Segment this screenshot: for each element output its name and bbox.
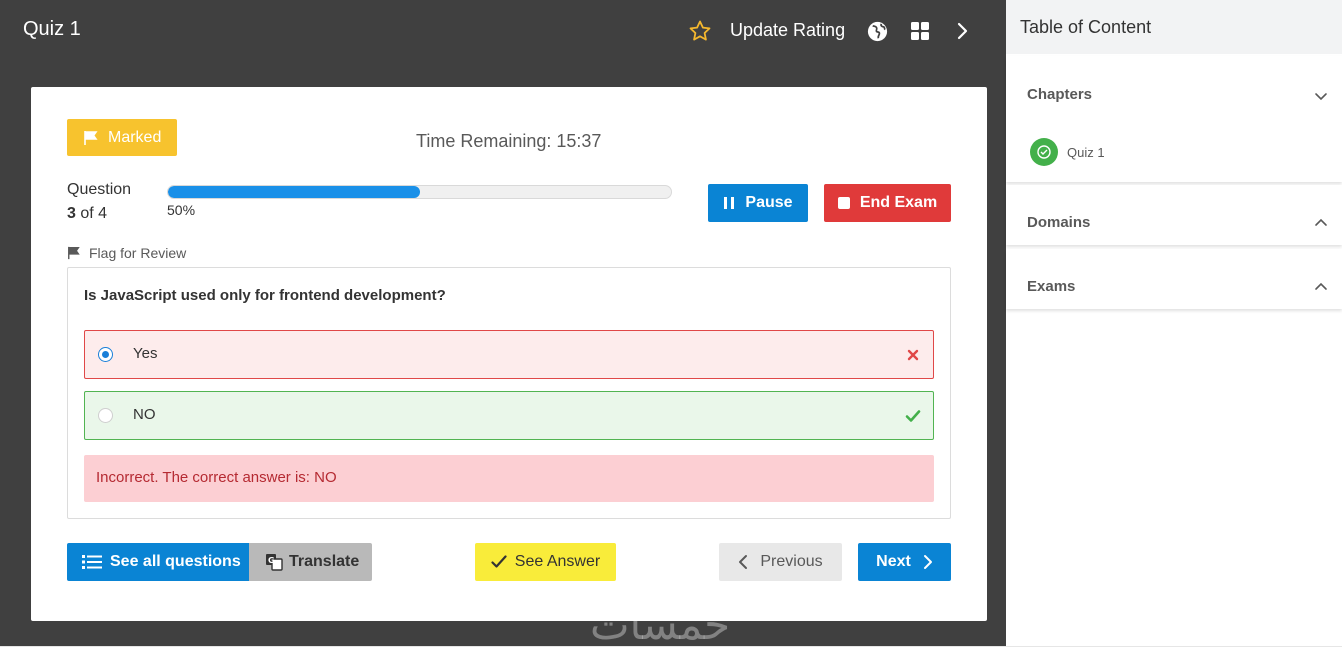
option-label: Yes (133, 345, 158, 362)
radio-button[interactable] (98, 408, 113, 423)
check-icon (491, 555, 507, 568)
translate-button[interactable]: G Translate (249, 543, 372, 581)
question-total: of 4 (80, 205, 108, 222)
next-label: Next (876, 553, 911, 570)
flag-icon (68, 246, 80, 260)
table-of-content-sidebar: Table of Content Chapters Quiz 1 Domains… (1006, 0, 1342, 652)
sidebar-header: Table of Content (1006, 0, 1342, 54)
answer-option-no[interactable]: NO (84, 391, 934, 440)
top-bar: Quiz 1 Update Rating (0, 0, 1006, 62)
next-button[interactable]: Next (858, 543, 951, 581)
pause-label: Pause (745, 194, 793, 211)
see-all-questions-label: See all questions (110, 553, 241, 570)
watermark: خمسات (590, 600, 731, 649)
section-chapters-label: Chapters (1027, 86, 1093, 103)
question-current: 3 (67, 205, 76, 222)
stop-icon (837, 197, 850, 209)
chevron-right-icon[interactable] (952, 21, 972, 41)
marked-button[interactable]: Marked (67, 119, 177, 156)
chevron-up-icon[interactable] (1314, 216, 1328, 230)
section-exams[interactable]: Exams (1006, 249, 1342, 309)
question-box: Is JavaScript used only for frontend dev… (67, 267, 951, 519)
chevron-up-icon[interactable] (1314, 280, 1328, 294)
bottom-border (0, 646, 1342, 652)
close-icon (907, 349, 919, 361)
check-icon (905, 410, 921, 422)
svg-text:G: G (268, 556, 275, 565)
chapter-item-quiz-1[interactable]: Quiz 1 (1030, 138, 1105, 166)
end-exam-label: End Exam (859, 194, 938, 211)
answer-option-yes[interactable]: Yes (84, 330, 934, 379)
page-title: Quiz 1 (23, 18, 81, 40)
time-remaining: Time Remaining: 15:37 (416, 131, 602, 151)
see-answer-label: See Answer (514, 553, 601, 570)
section-domains[interactable]: Domains (1006, 185, 1342, 245)
question-text: Is JavaScript used only for frontend dev… (84, 287, 446, 304)
chevron-right-icon (923, 555, 932, 569)
section-domains-label: Domains (1027, 214, 1091, 231)
pause-button[interactable]: Pause (708, 184, 808, 222)
progress-fill (168, 186, 420, 198)
update-rating-button[interactable]: Update Rating (730, 20, 845, 41)
flag-for-review-label: Flag for Review (89, 245, 187, 261)
option-label: NO (133, 406, 156, 423)
chevron-left-icon (739, 555, 748, 569)
progress-text: 50% (167, 202, 196, 218)
quiz-card: Marked Time Remaining: 15:37 Question 3 … (31, 87, 987, 621)
chapter-item-label: Quiz 1 (1067, 144, 1105, 160)
main-area: Quiz 1 Update Rating Marked Time Remaini… (0, 0, 1006, 649)
completed-check-icon (1030, 138, 1058, 166)
star-icon[interactable] (688, 19, 712, 43)
translate-icon: G (266, 554, 283, 571)
flag-icon (84, 130, 98, 145)
see-answer-button[interactable]: See Answer (475, 543, 616, 581)
see-all-questions-button[interactable]: See all questions (67, 543, 249, 581)
translate-label: Translate (289, 553, 360, 570)
flag-for-review[interactable]: Flag for Review (67, 245, 186, 261)
question-counter: 3 of 4 (67, 205, 107, 223)
section-chapters[interactable]: Chapters Quiz 1 (1006, 56, 1342, 182)
chevron-down-icon[interactable] (1314, 89, 1328, 103)
grid-icon[interactable] (910, 21, 930, 41)
sidebar-title: Table of Content (1020, 17, 1152, 37)
pause-icon (724, 197, 735, 209)
radio-button-selected[interactable] (98, 347, 113, 362)
previous-label: Previous (760, 553, 823, 570)
section-exams-label: Exams (1027, 278, 1076, 295)
progress-bar (167, 185, 672, 199)
previous-button[interactable]: Previous (719, 543, 842, 581)
marked-label: Marked (108, 128, 162, 146)
list-icon (82, 555, 102, 569)
end-exam-button[interactable]: End Exam (824, 184, 951, 222)
globe-icon[interactable] (866, 20, 889, 43)
question-label: Question (67, 181, 132, 198)
answer-feedback: Incorrect. The correct answer is: NO (84, 455, 934, 502)
